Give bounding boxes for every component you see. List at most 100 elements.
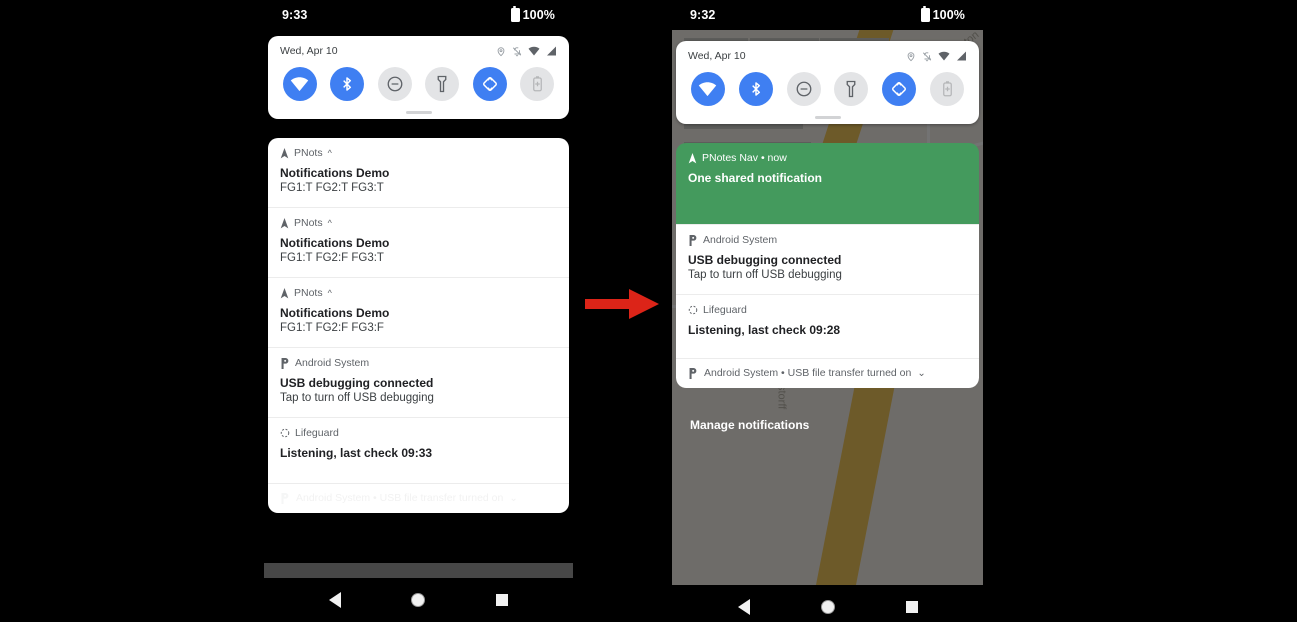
wifi-icon <box>528 46 540 56</box>
notification-header: PNots ^ <box>280 217 557 229</box>
tile-flashlight[interactable] <box>425 67 460 101</box>
notification-item[interactable]: Android System USB debugging connected T… <box>268 347 569 417</box>
location-icon <box>906 51 916 62</box>
notification-header: PNots ^ <box>280 287 557 299</box>
left-nav-bar <box>264 578 573 622</box>
chevron-down-icon[interactable]: ⌄ <box>917 368 925 379</box>
left-quick-settings-panel[interactable]: Wed, Apr 10 <box>268 36 569 119</box>
back-icon[interactable] <box>737 599 750 615</box>
notification-app-name: PNots <box>294 147 323 159</box>
battery-icon <box>510 6 520 22</box>
right-phone-screen: Landings Dr Charleston n St ngstorff Goo… <box>672 0 983 585</box>
tile-bluetooth[interactable] <box>330 67 365 101</box>
notification-header: Lifeguard <box>280 427 557 439</box>
android-system-icon <box>280 357 290 369</box>
home-icon[interactable] <box>411 593 426 607</box>
notification-body: FG1:T FG2:F FG3:T <box>280 252 384 264</box>
left-phone-screen: 9:33 100% Wed, Apr 10 PNots ^ Notificati… <box>264 0 573 580</box>
transition-arrow-icon <box>585 289 659 324</box>
right-status-bar: 9:32 100% <box>672 0 983 30</box>
notification-header: Android System <box>688 234 967 246</box>
lifeguard-icon <box>280 428 290 438</box>
manage-notifications-button[interactable]: Manage notifications <box>690 418 809 432</box>
notification-item[interactable]: Android System USB debugging connected T… <box>676 224 979 294</box>
notification-header: Lifeguard <box>688 304 967 316</box>
android-system-icon <box>688 367 698 379</box>
quick-settings-date: Wed, Apr 10 <box>280 45 338 57</box>
notification-item[interactable]: Lifeguard Listening, last check 09:33 <box>268 417 569 483</box>
chevron-up-icon[interactable]: ^ <box>328 148 332 158</box>
notification-footer-label: Android System • USB file transfer turne… <box>296 492 504 504</box>
quick-settings-tiles <box>676 62 979 110</box>
status-bar-right-cluster: 100% <box>510 6 555 22</box>
chevron-up-icon[interactable]: ^ <box>328 218 332 228</box>
notification-title: USB debugging connected <box>280 376 434 390</box>
notification-footer-label: Android System • USB file transfer turne… <box>704 367 912 379</box>
back-icon[interactable] <box>329 592 342 608</box>
status-bar-clock: 9:33 <box>282 8 308 22</box>
notification-title: Notifications Demo <box>280 306 390 320</box>
tile-battery-saver[interactable] <box>930 72 965 106</box>
wifi-icon <box>938 51 950 61</box>
android-system-icon <box>688 234 698 246</box>
notification-item[interactable]: PNots ^ Notifications Demo FG1:T FG2:F F… <box>268 277 569 347</box>
notification-title: Listening, last check 09:33 <box>280 446 433 460</box>
battery-icon <box>920 6 930 22</box>
chevron-down-icon[interactable]: ⌄ <box>509 493 517 504</box>
tile-do-not-disturb[interactable] <box>786 72 821 106</box>
notification-header: PNotes Nav • now <box>688 152 967 164</box>
navigation-arrow-icon <box>688 152 697 164</box>
notification-item[interactable]: PNots ^ Notifications Demo FG1:T FG2:F F… <box>268 207 569 277</box>
notification-header: Android System <box>280 357 557 369</box>
notification-app-name: PNots <box>294 217 323 229</box>
tile-do-not-disturb[interactable] <box>377 67 412 101</box>
tile-bluetooth[interactable] <box>738 72 773 106</box>
quick-settings-drag-handle[interactable] <box>676 110 979 124</box>
recents-icon[interactable] <box>905 601 918 613</box>
location-icon <box>496 46 506 57</box>
left-status-bar: 9:33 100% <box>264 0 573 30</box>
status-bar-clock: 9:32 <box>690 8 716 22</box>
status-bar-right-cluster: 100% <box>920 6 965 22</box>
notification-app-name: Lifeguard <box>295 427 339 439</box>
quick-settings-date: Wed, Apr 10 <box>688 50 746 62</box>
right-nav-bar <box>672 585 983 622</box>
notification-item[interactable]: PNots ^ Notifications Demo FG1:T FG2:T F… <box>268 138 569 207</box>
tile-battery-saver[interactable] <box>520 67 555 101</box>
notification-app-name: Android System <box>295 357 370 369</box>
quick-settings-status-icons <box>906 51 967 62</box>
signal-icon <box>546 46 557 56</box>
notification-footer-row[interactable]: Android System • USB file transfer turne… <box>268 483 569 513</box>
notifications-off-icon <box>922 51 932 62</box>
chevron-up-icon[interactable]: ^ <box>328 288 332 298</box>
tile-flashlight[interactable] <box>834 72 869 106</box>
notification-app-name: Lifeguard <box>703 304 747 316</box>
tile-wifi[interactable] <box>690 72 725 106</box>
left-phone-frame: 9:33 100% Wed, Apr 10 PNots ^ Notificati… <box>264 0 573 622</box>
quick-settings-drag-handle[interactable] <box>268 105 569 119</box>
notification-item[interactable]: PNotes Nav • now One shared notification <box>676 143 979 224</box>
notification-app-name: Android System <box>703 234 778 246</box>
right-notification-stack: PNotes Nav • now One shared notification… <box>676 143 979 388</box>
notification-footer-row[interactable]: Android System • USB file transfer turne… <box>676 358 979 388</box>
tile-auto-rotate[interactable] <box>882 72 917 106</box>
notification-body: Tap to turn off USB debugging <box>688 269 842 281</box>
right-phone-frame: Landings Dr Charleston n St ngstorff Goo… <box>672 0 983 622</box>
battery-percent-label: 100% <box>522 8 555 22</box>
quick-settings-header: Wed, Apr 10 <box>676 41 979 62</box>
left-notification-stack: PNots ^ Notifications Demo FG1:T FG2:T F… <box>268 138 569 513</box>
home-icon[interactable] <box>820 600 835 614</box>
notification-title: Listening, last check 09:28 <box>688 323 841 337</box>
recents-icon[interactable] <box>495 594 508 606</box>
quick-settings-tiles <box>268 57 569 105</box>
notification-header: PNots ^ <box>280 147 557 159</box>
tile-auto-rotate[interactable] <box>472 67 507 101</box>
right-quick-settings-panel[interactable]: Wed, Apr 10 <box>676 41 979 124</box>
battery-percent-label: 100% <box>932 8 965 22</box>
notification-item[interactable]: Lifeguard Listening, last check 09:28 <box>676 294 979 358</box>
lifeguard-icon <box>688 305 698 315</box>
signal-icon <box>956 51 967 61</box>
notification-body: FG1:T FG2:F FG3:F <box>280 322 384 334</box>
notification-title: Notifications Demo <box>280 236 390 250</box>
tile-wifi[interactable] <box>282 67 317 101</box>
